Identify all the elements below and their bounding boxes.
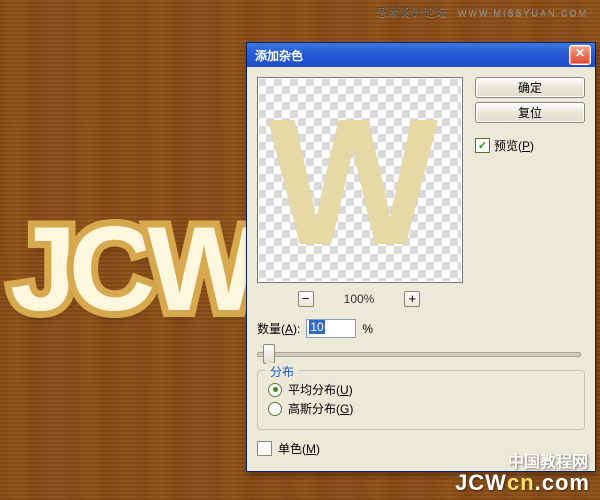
close-icon: ✕ <box>575 46 585 60</box>
filter-preview[interactable]: W <box>257 77 463 283</box>
gaussian-option[interactable]: 高斯分布(G) <box>268 400 574 417</box>
ok-button[interactable]: 确定 <box>475 77 585 98</box>
distribution-group: 分布 平均分布(U) 高斯分布(G) <box>257 370 585 430</box>
zoom-out-button[interactable]: − <box>298 291 314 307</box>
dialog-titlebar[interactable]: 添加杂色 ✕ <box>247 43 595 67</box>
preview-toggle-row[interactable]: ✓ 预览(P) <box>475 137 585 154</box>
slider-thumb[interactable] <box>263 344 275 364</box>
amount-suffix: % <box>362 322 373 336</box>
preview-label: 预览(P) <box>494 137 534 154</box>
radio-icon <box>268 402 282 416</box>
preview-content: W <box>257 80 450 283</box>
brand-name: 思缘设计论坛 <box>376 7 448 19</box>
slider-track <box>257 352 581 357</box>
plus-icon: + <box>409 291 417 306</box>
canvas-art-text: JCW <box>10 200 253 338</box>
radio-icon <box>268 383 282 397</box>
gaussian-label: 高斯分布(G) <box>288 400 353 417</box>
amount-slider[interactable] <box>257 344 581 362</box>
preview-checkbox[interactable]: ✓ <box>475 138 490 153</box>
source-brand: 思缘设计论坛 WWW.MISSYUAN.COM <box>376 4 588 20</box>
amount-input[interactable]: 10 <box>306 319 356 338</box>
watermark-cn: 中国教程网 <box>508 448 588 472</box>
zoom-value: 100% <box>344 292 375 306</box>
brand-url: WWW.MISSYUAN.COM <box>458 8 588 18</box>
dialog-title: 添加杂色 <box>255 47 569 64</box>
zoom-in-button[interactable]: + <box>404 291 420 307</box>
uniform-label: 平均分布(U) <box>288 381 353 398</box>
minus-icon: − <box>302 291 310 306</box>
distribution-legend: 分布 <box>266 363 298 380</box>
add-noise-dialog: 添加杂色 ✕ 确定 复位 ✓ 预览(P) W − 100% <box>246 42 596 472</box>
mono-label: 单色(M) <box>278 440 320 457</box>
document-canvas: 思缘设计论坛 WWW.MISSYUAN.COM JCW 添加杂色 ✕ 确定 复位… <box>0 0 600 500</box>
amount-label: 数量(A): <box>257 320 300 337</box>
reset-button[interactable]: 复位 <box>475 102 585 123</box>
uniform-option[interactable]: 平均分布(U) <box>268 381 574 398</box>
watermark-url: JCWcn.com <box>455 470 590 496</box>
close-button[interactable]: ✕ <box>569 45 591 65</box>
mono-checkbox[interactable] <box>257 441 272 456</box>
